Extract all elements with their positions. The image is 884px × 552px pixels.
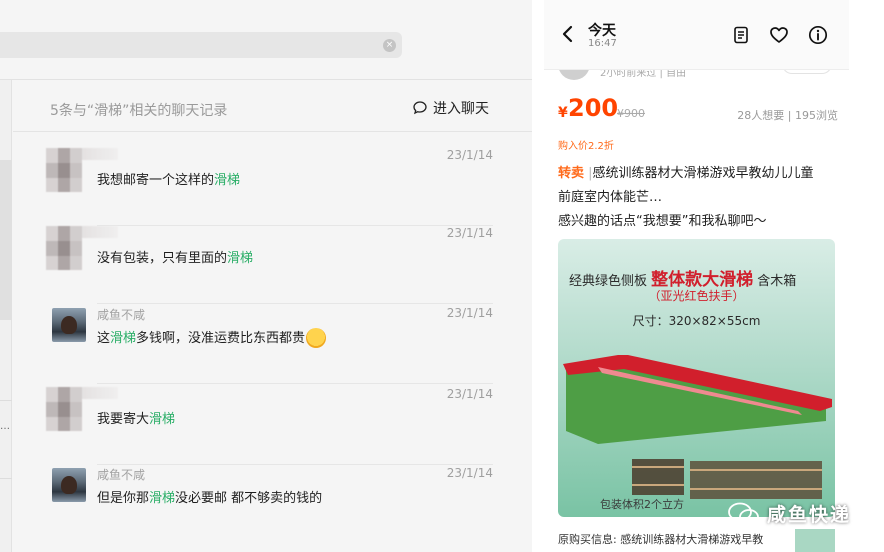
chat-search-window: × … 5条与“滑梯”相关的聊天记录 进入聊天 23/1/14 我想邮寄一个这样… <box>0 0 532 552</box>
message-date: 23/1/14 <box>446 466 493 480</box>
text-segment: 但是你那 <box>97 491 150 506</box>
info-icon[interactable] <box>808 25 828 45</box>
list-item[interactable]: 咸鱼不咸 23/1/14 但是你那滑梯没必要邮 都不够卖的钱的 <box>46 466 493 544</box>
price: 200 <box>568 94 619 122</box>
row-divider <box>97 383 493 384</box>
title-line-2: 前庭室内体能芒… <box>558 190 663 205</box>
title-line-3: 感兴趣的话点“我想要”和我私聊吧～ <box>558 214 767 229</box>
list-divider <box>0 478 12 479</box>
avatar <box>52 468 86 502</box>
product-detail-window: 2小时前来过 | 自由 今天 16:47 ¥ 200 ¥900 28人想要 | … <box>544 0 849 552</box>
text-segment: 多钱啊，没准运费比东西都贵 <box>136 331 306 346</box>
enter-chat-button[interactable]: 进入聊天 <box>412 98 489 118</box>
product-image[interactable]: 经典绿色侧板 整体款大滑梯 含木箱 （亚光红色扶手） 尺寸：320×82×55c… <box>558 239 835 517</box>
purchase-discount: 购入价2.2折 <box>558 141 614 152</box>
avatar <box>46 148 118 192</box>
text-segment: 我要寄大 <box>97 412 150 427</box>
avatar <box>46 226 118 270</box>
avatar <box>46 387 118 431</box>
message-date: 23/1/14 <box>446 148 493 162</box>
text-segment: 这 <box>97 331 111 346</box>
sender-name: 咸鱼不咸 <box>97 468 146 482</box>
watermark: 咸鱼快递 <box>727 500 851 527</box>
keyword-highlight: 滑梯 <box>214 173 241 188</box>
row-divider <box>97 303 493 304</box>
crate <box>632 459 684 495</box>
want-view-stats: 28人想要 | 195浏览 <box>737 109 838 122</box>
avatar-figure <box>61 476 77 494</box>
title-line-1: 感统训练器材大滑梯游戏早教幼儿儿童 <box>592 166 814 181</box>
avatar-figure <box>61 316 77 334</box>
list-item[interactable]: 咸鱼不咸 23/1/14 这滑梯多钱啊，没准运费比东西都贵 <box>46 306 493 384</box>
message-date: 23/1/14 <box>446 387 493 401</box>
keyword-highlight: 滑梯 <box>110 331 137 346</box>
text-segment: 没必要邮 都不够卖的钱的 <box>175 491 323 506</box>
resale-tag: 转卖 <box>558 166 585 181</box>
top-bar: 今天 16:47 <box>544 0 849 70</box>
laugh-emoji-icon <box>306 327 327 348</box>
text-segment: 我想邮寄一个这样的 <box>97 173 215 188</box>
crate <box>690 461 822 499</box>
image-caption-2: （亚光红色扶手） <box>648 289 745 303</box>
list-item[interactable]: 23/1/14 没有包装，只有里面的滑梯 <box>46 226 493 304</box>
search-input[interactable] <box>0 32 402 58</box>
chat-bubble-icon <box>413 101 427 115</box>
text-segment: 没有包装，只有里面的 <box>97 251 228 266</box>
search-results-panel: 5条与“滑梯”相关的聊天记录 进入聊天 23/1/14 我想邮寄一个这样的滑梯 … <box>13 80 532 552</box>
list-divider <box>0 400 12 401</box>
wechat-icon <box>728 502 759 525</box>
slide-illustration <box>563 355 832 499</box>
more-dots: … <box>0 421 10 432</box>
message-text: 这滑梯多钱啊，没准运费比东西都贵 <box>97 327 327 349</box>
price-row: ¥ 200 ¥900 28人想要 | 195浏览 <box>558 94 838 124</box>
results-count-label: 5条与“滑梯”相关的聊天记录 <box>50 103 228 119</box>
chat-time: 16:47 <box>588 38 617 49</box>
search-clear-icon[interactable]: × <box>383 39 396 52</box>
conversation-list-edge: … <box>0 80 12 552</box>
price-currency: ¥ <box>558 105 568 121</box>
original-item-thumbnail[interactable] <box>795 529 835 552</box>
avatar <box>52 308 86 342</box>
package-volume: 包装体积2个立方 <box>600 498 684 511</box>
image-dimensions: 尺寸：320×82×55cm <box>632 314 761 328</box>
selected-conversation-edge[interactable] <box>0 160 12 320</box>
keyword-highlight: 滑梯 <box>149 491 176 506</box>
keyword-highlight: 滑梯 <box>149 412 176 427</box>
message-text: 没有包装，只有里面的滑梯 <box>97 247 253 266</box>
sender-name: 咸鱼不咸 <box>97 308 146 322</box>
list-item[interactable]: 23/1/14 我想邮寄一个这样的滑梯 <box>46 148 493 226</box>
enter-chat-label: 进入聊天 <box>433 101 489 117</box>
list-item[interactable]: 23/1/14 我要寄大滑梯 <box>46 387 493 465</box>
watermark-text: 咸鱼快递 <box>767 504 852 526</box>
note-icon[interactable] <box>731 25 751 45</box>
original-price: ¥900 <box>617 107 645 120</box>
message-text: 但是你那滑梯没必要邮 都不够卖的钱的 <box>97 487 322 506</box>
message-text: 我想邮寄一个这样的滑梯 <box>97 169 240 188</box>
product-description: 转卖 |感统训练器材大滑梯游戏早教幼儿儿童 前庭室内体能芒… 感兴趣的话点“我想… <box>558 162 843 234</box>
results-divider <box>13 131 532 132</box>
back-chevron-icon[interactable] <box>561 23 575 45</box>
keyword-highlight: 滑梯 <box>227 251 254 266</box>
message-date: 23/1/14 <box>446 306 493 320</box>
message-date: 23/1/14 <box>446 226 493 240</box>
chat-title: 今天 <box>588 23 616 39</box>
row-divider <box>97 464 493 465</box>
original-purchase-info: 原购买信息: 感统训练器材大滑梯游戏早教 <box>558 533 764 546</box>
window-gap <box>532 0 544 552</box>
description-line: 转卖 |感统训练器材大滑梯游戏早教幼儿儿童 <box>558 162 843 186</box>
message-text: 我要寄大滑梯 <box>97 408 175 427</box>
heart-icon[interactable] <box>769 25 789 45</box>
